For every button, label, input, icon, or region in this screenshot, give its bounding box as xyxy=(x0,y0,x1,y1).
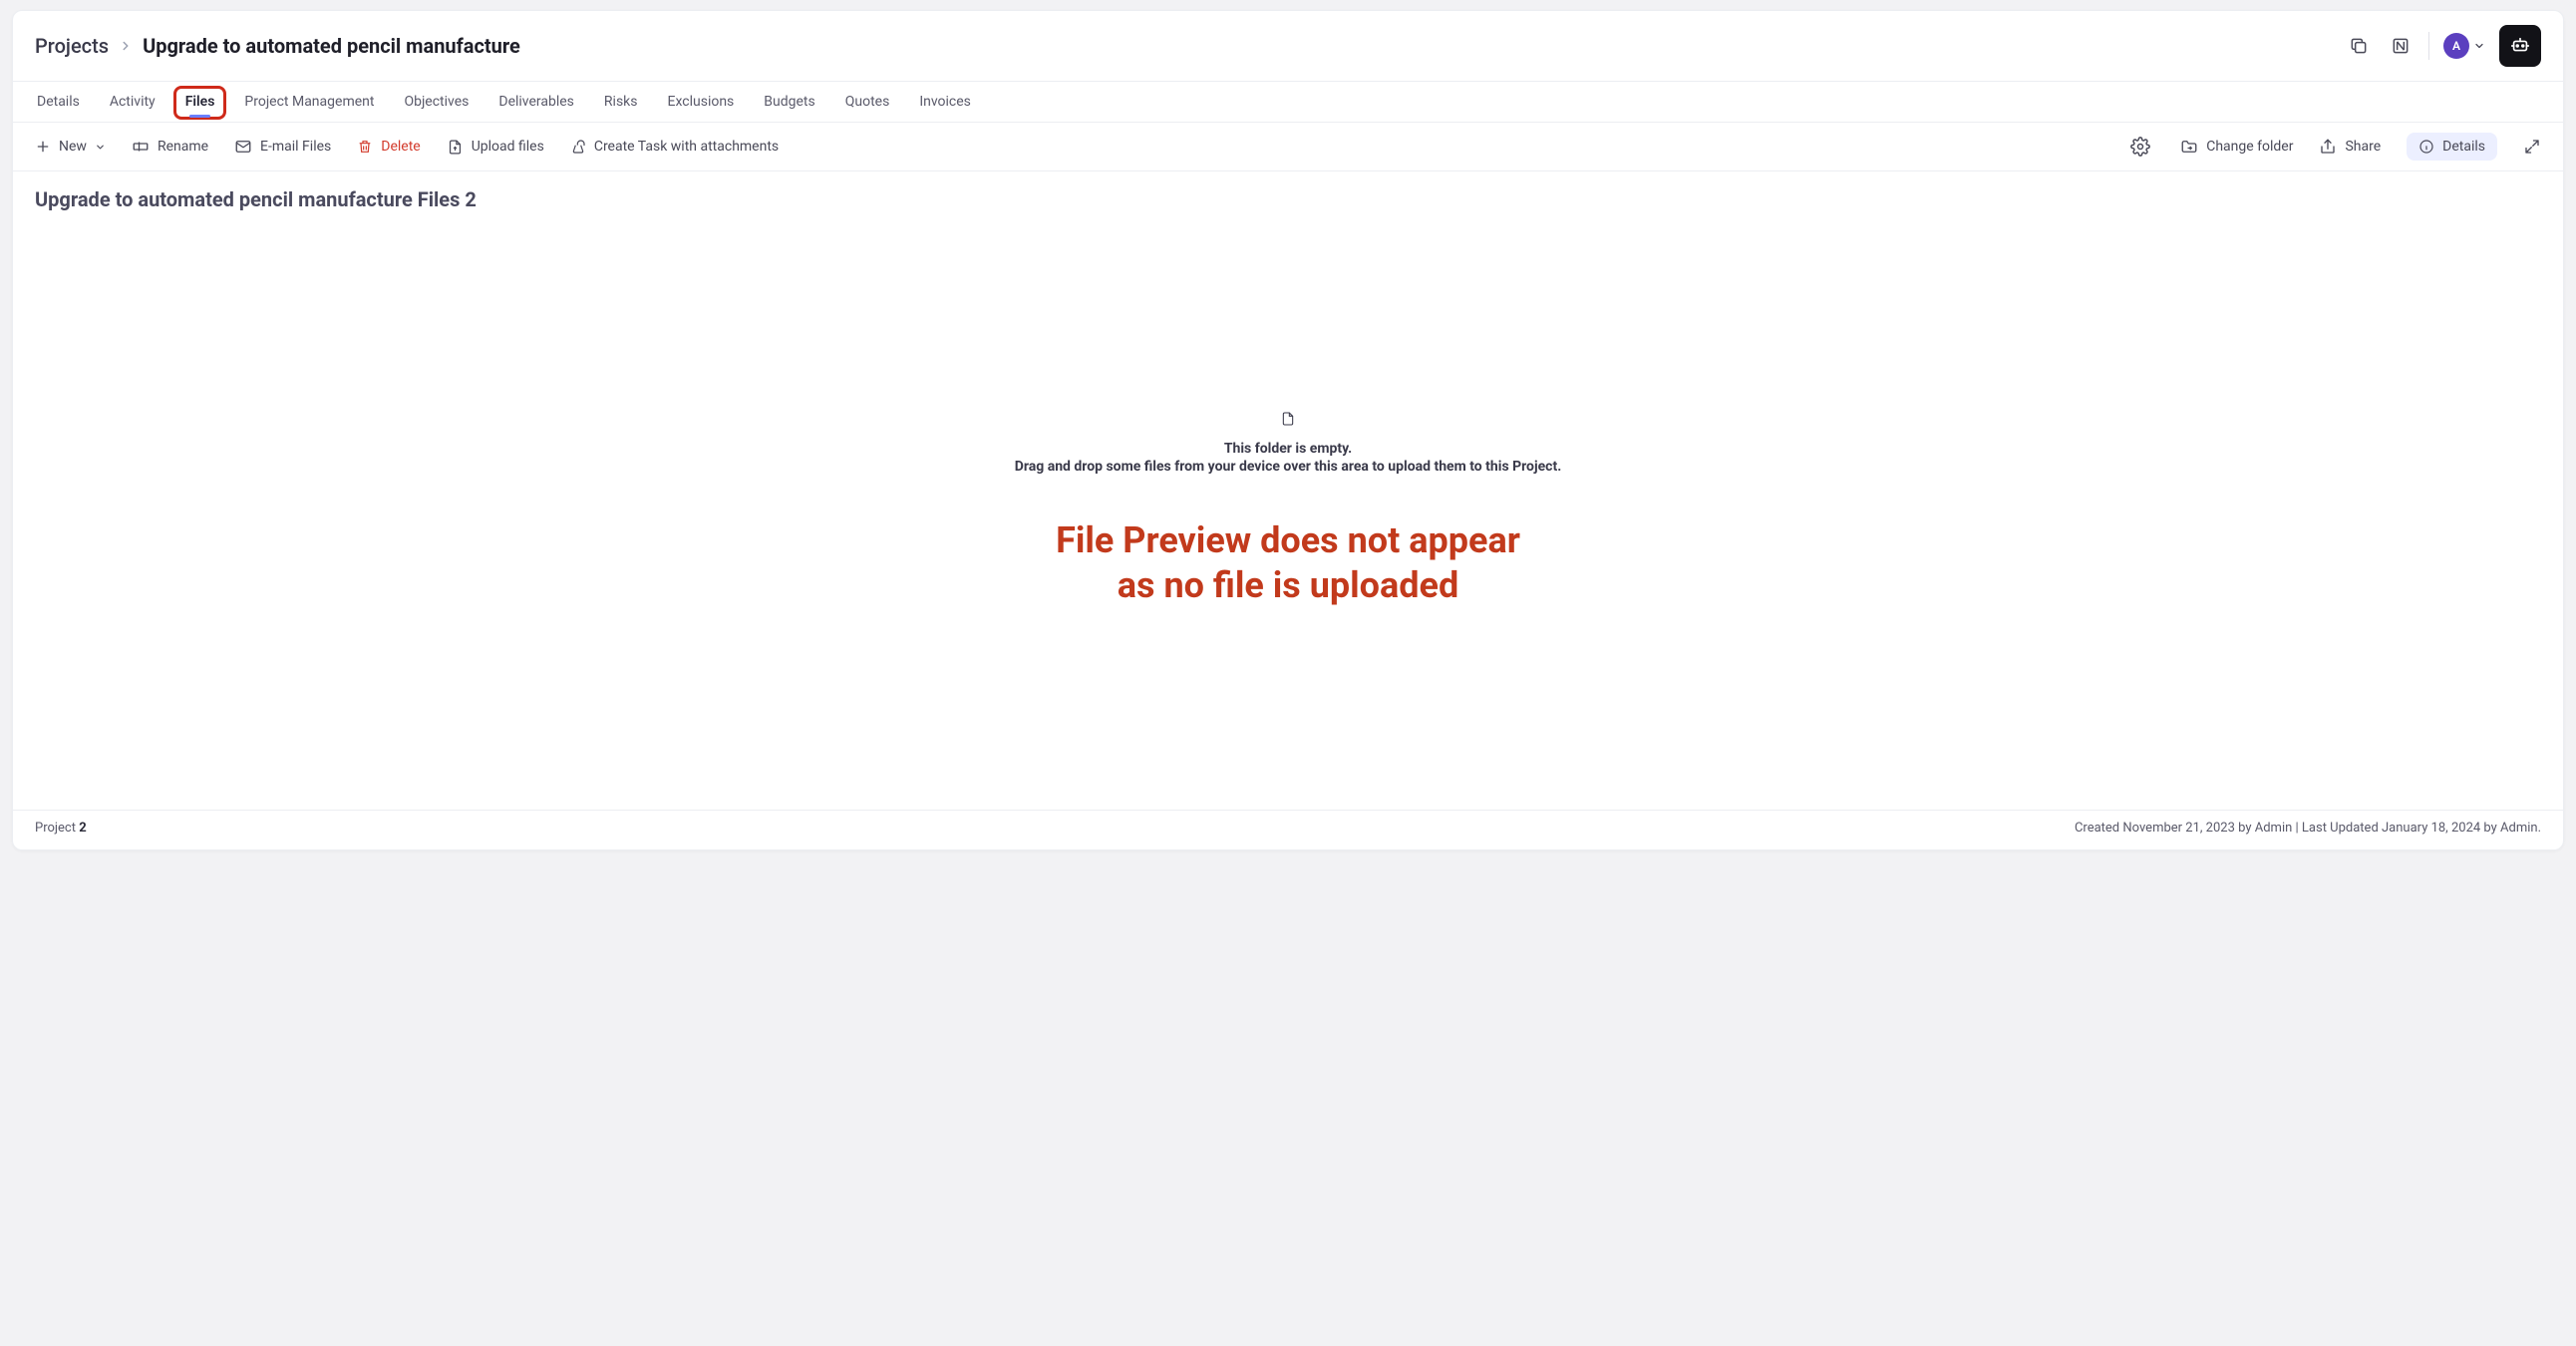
delete-button[interactable]: Delete xyxy=(357,139,420,155)
tab-invoices[interactable]: Invoices xyxy=(917,82,973,122)
topbar-actions: A xyxy=(2345,25,2541,67)
create-task-button[interactable]: Create Task with attachments xyxy=(570,139,779,155)
settings-wizard-icon[interactable] xyxy=(2126,133,2154,161)
breadcrumb-root[interactable]: Projects xyxy=(35,34,109,58)
notion-icon[interactable] xyxy=(2387,32,2415,60)
page-title: Upgrade to automated pencil manufacture … xyxy=(35,187,2541,211)
divider xyxy=(2428,32,2429,60)
file-icon xyxy=(1280,411,1296,427)
tab-objectives[interactable]: Objectives xyxy=(402,82,471,122)
empty-line-2: Drag and drop some files from your devic… xyxy=(35,459,2541,475)
tab-project-management[interactable]: Project Management xyxy=(242,82,376,122)
tab-label: Risks xyxy=(604,94,638,110)
copy-icon[interactable] xyxy=(2345,32,2373,60)
footer-project-num: 2 xyxy=(79,821,86,836)
new-label: New xyxy=(59,139,87,155)
tabs-bar: Details Activity Files Project Management Ob… xyxy=(13,82,2563,123)
change-folder-label: Change folder xyxy=(2206,139,2293,155)
tab-label: Project Management xyxy=(244,94,374,110)
create-task-label: Create Task with attachments xyxy=(594,139,779,155)
chevron-down-icon xyxy=(2473,40,2485,52)
details-button[interactable]: Details xyxy=(2407,133,2497,161)
tab-label: Deliverables xyxy=(498,94,574,110)
change-folder-button[interactable]: Change folder xyxy=(2180,138,2293,156)
tab-label: Activity xyxy=(110,94,156,110)
chat-bot-button[interactable] xyxy=(2499,25,2541,67)
footer: Project 2 Created November 21, 2023 by A… xyxy=(13,810,2563,849)
tab-activity[interactable]: Activity xyxy=(108,82,158,122)
tab-label: Objectives xyxy=(404,94,469,110)
tab-details[interactable]: Details xyxy=(35,82,82,122)
rename-label: Rename xyxy=(158,139,208,155)
rename-button[interactable]: Rename xyxy=(132,138,208,156)
tab-files[interactable]: Files xyxy=(183,82,217,122)
share-button[interactable]: Share xyxy=(2319,138,2381,156)
tab-label: Files xyxy=(185,94,215,110)
empty-line-1: This folder is empty. xyxy=(35,441,2541,457)
new-button[interactable]: New xyxy=(35,139,106,155)
user-avatar[interactable]: A xyxy=(2443,33,2485,59)
tab-deliverables[interactable]: Deliverables xyxy=(496,82,576,122)
tab-label: Quotes xyxy=(845,94,890,110)
delete-label: Delete xyxy=(381,139,420,155)
footer-project-label: Project xyxy=(35,821,79,836)
tab-label: Budgets xyxy=(764,94,814,110)
avatar-initial: A xyxy=(2443,33,2469,59)
expand-icon[interactable] xyxy=(2523,138,2541,156)
tab-budgets[interactable]: Budgets xyxy=(762,82,816,122)
share-label: Share xyxy=(2345,139,2381,155)
empty-state: This folder is empty. Drag and drop some… xyxy=(35,411,2541,475)
tab-quotes[interactable]: Quotes xyxy=(843,82,892,122)
breadcrumb: Projects Upgrade to automated pencil man… xyxy=(35,34,520,58)
toolbar: New Rename E-mail Files Delete Up xyxy=(13,123,2563,171)
tab-label: Invoices xyxy=(919,94,971,110)
annotation-line-1: File Preview does not appear xyxy=(35,518,2541,563)
content-area: Upgrade to automated pencil manufacture … xyxy=(13,171,2563,810)
annotation-overlay: File Preview does not appear as no file … xyxy=(35,518,2541,608)
footer-project: Project 2 xyxy=(35,821,87,836)
topbar: Projects Upgrade to automated pencil man… xyxy=(13,11,2563,82)
upload-files-label: Upload files xyxy=(472,139,544,155)
footer-meta: Created November 21, 2023 by Admin | Las… xyxy=(2075,821,2541,836)
email-files-button[interactable]: E-mail Files xyxy=(234,138,331,156)
email-files-label: E-mail Files xyxy=(260,139,331,155)
breadcrumb-title: Upgrade to automated pencil manufacture xyxy=(143,34,520,58)
details-label: Details xyxy=(2442,139,2485,155)
tab-label: Details xyxy=(37,94,80,110)
chevron-down-icon xyxy=(95,142,106,153)
tab-exclusions[interactable]: Exclusions xyxy=(666,82,737,122)
tab-risks[interactable]: Risks xyxy=(602,82,640,122)
tab-label: Exclusions xyxy=(668,94,735,110)
upload-files-button[interactable]: Upload files xyxy=(447,139,544,156)
annotation-line-2: as no file is uploaded xyxy=(35,563,2541,608)
chevron-right-icon xyxy=(119,39,133,53)
